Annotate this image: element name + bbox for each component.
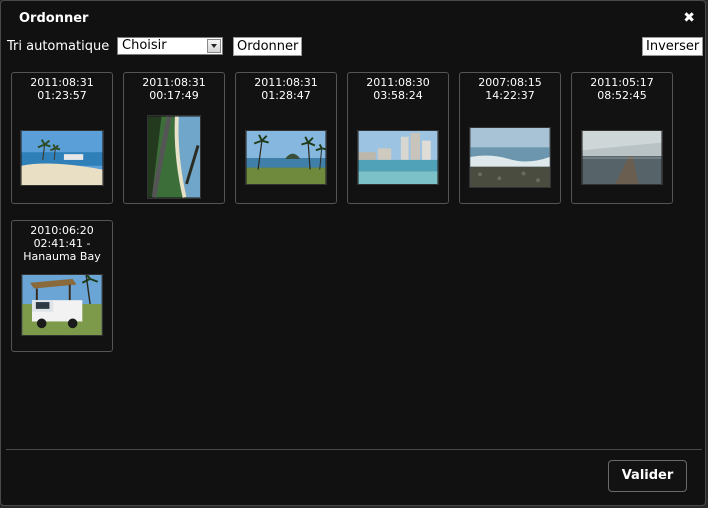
dialog-title: Ordonner: [19, 11, 89, 26]
photo-thumbnail: [20, 130, 104, 186]
order-dialog: Ordonner ✖ Tri automatique Choisir Ordon…: [0, 0, 706, 506]
photo-card[interactable]: 2011:08:31 01:28:47: [235, 72, 337, 204]
photo-label: 2011:05:17 08:52:45: [590, 76, 654, 102]
photo-thumbnail: [21, 274, 103, 336]
auto-sort-label: Tri automatique: [7, 39, 110, 54]
photo-card[interactable]: 2011:08:30 03:58:24: [347, 72, 449, 204]
validate-button[interactable]: Valider: [608, 460, 687, 492]
auto-sort-select-value: Choisir: [122, 38, 167, 53]
photo-thumbnail: [245, 130, 327, 185]
photo-thumbnail: [581, 130, 663, 185]
close-icon[interactable]: ✖: [683, 10, 695, 26]
photo-card[interactable]: 2011:08:31 01:23:57: [11, 72, 113, 204]
photo-label: 2011:08:30 03:58:24: [366, 76, 430, 102]
photo-card[interactable]: 2010:06:20 02:41:41 - Hanauma Bay: [11, 220, 113, 352]
photo-card[interactable]: 2007:08:15 14:22:37: [459, 72, 561, 204]
photo-thumbnail: [357, 130, 439, 185]
auto-sort-select[interactable]: Choisir: [117, 37, 223, 55]
photo-label: 2011:08:31 00:17:49: [142, 76, 206, 102]
photo-label: 2010:06:20 02:41:41 - Hanauma Bay: [23, 224, 101, 263]
footer-divider: [6, 449, 702, 450]
photo-card[interactable]: 2011:05:17 08:52:45: [571, 72, 673, 204]
reverse-button[interactable]: Inverser: [642, 37, 704, 56]
photo-label: 2011:08:31 01:23:57: [30, 76, 94, 102]
photo-label: 2007:08:15 14:22:37: [478, 76, 542, 102]
order-button[interactable]: Ordonner: [233, 37, 303, 56]
photo-thumbnail: [147, 115, 201, 199]
photo-label: 2011:08:31 01:28:47: [254, 76, 318, 102]
photo-card[interactable]: 2011:08:31 00:17:49: [123, 72, 225, 204]
chevron-down-icon[interactable]: [207, 39, 221, 53]
photo-thumbnail: [469, 127, 551, 188]
